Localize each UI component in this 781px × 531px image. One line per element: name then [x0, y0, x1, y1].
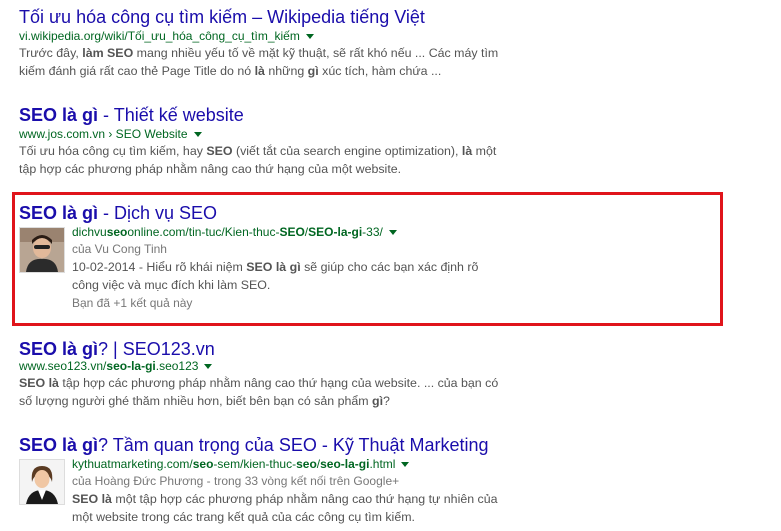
text: mang nhiều yếu tố về mặt kỹ thuật, sẽ rấ… [133, 46, 499, 60]
author-avatar[interactable] [19, 459, 65, 505]
result-3-url-text: dichvuseoonline.com/tin-tuc/Kien-thuc-SE… [72, 225, 383, 239]
text: online.com/tin-tuc/Kien-thuc- [127, 225, 280, 239]
result-4-url-text: www.seo123.vn/seo-la-gi.seo123 [19, 359, 198, 373]
text: sẽ giúp cho các bạn xác định rõ [300, 260, 479, 274]
author-avatar[interactable] [19, 227, 65, 273]
text: - Dịch vụ SEO [98, 203, 218, 223]
result-5-snippet: SEO là một tập hợp các phương pháp nhằm … [72, 490, 498, 526]
bold-text: SEO là [19, 376, 59, 390]
text: tập hợp các phương pháp nhằm nâng cao th… [58, 376, 499, 390]
text: những [264, 64, 308, 78]
bold-text: SEO là [72, 492, 112, 506]
text: Trước đây, [19, 46, 83, 60]
result-3-author[interactable]: của Vu Cong Tinh [72, 240, 167, 258]
text: www.seo123.vn/ [19, 359, 107, 373]
chevron-down-icon[interactable] [204, 364, 213, 370]
result-5-url: kythuatmarketing.com/seo-sem/kien-thuc-s… [72, 457, 410, 472]
bold-text: SEO là gì [19, 203, 99, 223]
result-1-title-link[interactable]: Tối ưu hóa công cụ tìm kiếm – Wikipedia … [19, 6, 425, 28]
bold-text: là [254, 64, 265, 78]
result-2-title-link[interactable]: SEO là gì - Thiết kế website [19, 104, 244, 126]
text: một tập hợp các phương pháp nhằm nâng ca… [111, 492, 498, 506]
text: .html [369, 457, 396, 471]
person-photo-icon [20, 228, 64, 272]
text: -sem/kien-thuc- [213, 457, 297, 471]
chevron-down-icon[interactable] [401, 462, 410, 468]
bold-text: SEO [206, 144, 233, 158]
result-1-url-text: vi.wikipedia.org/wiki/Tối_ưu_hóa_công_cụ… [19, 29, 300, 43]
bold-text: seo-la-gi [106, 359, 156, 373]
text: ? | SEO123.vn [98, 339, 215, 359]
result-5-url-text: kythuatmarketing.com/seo-sem/kien-thuc-s… [72, 457, 395, 471]
snippet-line: Tối ưu hóa công cụ tìm kiếm, hay SEO (vi… [19, 142, 496, 160]
bold-text: SEO là gì [246, 260, 301, 274]
bold-text: SEO [279, 225, 305, 239]
snippet-line: 10-02-2014 - Hiểu rõ khái niệm SEO là gì… [72, 258, 478, 276]
person-photo-icon [20, 460, 64, 504]
snippet-line: SEO là tập hợp các phương pháp nhằm nâng… [19, 374, 498, 392]
text: tập hợp các phương pháp nhằm nâng cao th… [19, 162, 402, 176]
result-1-snippet: Trước đây, làm SEO mang nhiều yếu tố về … [19, 44, 498, 80]
text: Tối ưu hóa công cụ tìm kiếm, hay [19, 144, 207, 158]
bold-text: seo-la-gi [320, 457, 370, 471]
bold-text: SEO là gì [19, 105, 99, 125]
bold-text: SEO-la-gi [308, 225, 363, 239]
result-3-url: dichvuseoonline.com/tin-tuc/Kien-thuc-SE… [72, 225, 397, 240]
bold-text: seo [106, 225, 128, 239]
snippet-line: công việc và mục đích khi làm SEO. [72, 276, 478, 294]
text: kiếm đánh giá rất cao thẻ Page Title do … [19, 64, 255, 78]
bold-text: seo [192, 457, 214, 471]
text: ? [383, 394, 390, 408]
bold-text: seo [296, 457, 317, 471]
result-3-snippet: 10-02-2014 - Hiểu rõ khái niệm SEO là gì… [72, 258, 478, 294]
result-3-title-link[interactable]: SEO là gì - Dịch vụ SEO [19, 202, 217, 224]
result-4-title-link[interactable]: SEO là gì? | SEO123.vn [19, 338, 215, 360]
text: công việc và mục đích khi làm SEO. [72, 278, 271, 292]
bold-text: là [461, 144, 473, 158]
snippet-line: số lượng người ghé thăm nhiều hơn, biết … [19, 392, 498, 410]
chevron-down-icon[interactable] [193, 132, 202, 138]
bold-text: SEO là gì [19, 339, 99, 359]
text: ? Tầm quan trọng của SEO - Kỹ Thuật Mark… [98, 435, 489, 455]
bold-text: làm SEO [82, 46, 134, 60]
result-4-url: www.seo123.vn/seo-la-gi.seo123 [19, 359, 213, 374]
text: xúc tích, hàm chứa ... [318, 64, 442, 78]
text: kythuatmarketing.com/ [72, 457, 193, 471]
bold-text: gì [307, 64, 319, 78]
result-3-plus-one-note: Bạn đã +1 kết quả này [72, 296, 193, 310]
result-4-snippet: SEO là tập hợp các phương pháp nhằm nâng… [19, 374, 498, 410]
snippet-line: Trước đây, làm SEO mang nhiều yếu tố về … [19, 44, 498, 62]
bold-text: gì [372, 394, 384, 408]
snippet-line: một website trong các trang kết quả của … [72, 508, 498, 526]
result-2-url: www.jos.com.vn › SEO Website [19, 127, 202, 142]
text: .seo123 [155, 359, 199, 373]
result-2-snippet: Tối ưu hóa công cụ tìm kiếm, hay SEO (vi… [19, 142, 496, 178]
chevron-down-icon[interactable] [388, 230, 397, 236]
text: dichvu [72, 225, 107, 239]
text: www.jos.com.vn › SEO Website [19, 127, 188, 141]
text: - Thiết kế website [98, 105, 244, 125]
result-1-url: vi.wikipedia.org/wiki/Tối_ưu_hóa_công_cụ… [19, 29, 314, 44]
result-5-author[interactable]: của Hoàng Đức Phương - trong 33 vòng kết… [72, 472, 399, 490]
text: một website trong các trang kết quả của … [72, 510, 415, 524]
snippet-line: kiếm đánh giá rất cao thẻ Page Title do … [19, 62, 498, 80]
text: một [472, 144, 497, 158]
text: 10-02-2014 - Hiểu rõ khái niệm [72, 260, 247, 274]
text: -33/ [362, 225, 383, 239]
bold-text: SEO là gì [19, 435, 99, 455]
text: (viết tắt của search engine optimization… [232, 144, 462, 158]
result-5-title-link[interactable]: SEO là gì? Tầm quan trọng của SEO - Kỹ T… [19, 434, 489, 456]
snippet-line: tập hợp các phương pháp nhằm nâng cao th… [19, 160, 496, 178]
chevron-down-icon[interactable] [305, 34, 314, 40]
snippet-line: SEO là một tập hợp các phương pháp nhằm … [72, 490, 498, 508]
result-2-url-text: www.jos.com.vn › SEO Website [19, 127, 188, 141]
text: số lượng người ghé thăm nhiều hơn, biết … [19, 394, 373, 408]
